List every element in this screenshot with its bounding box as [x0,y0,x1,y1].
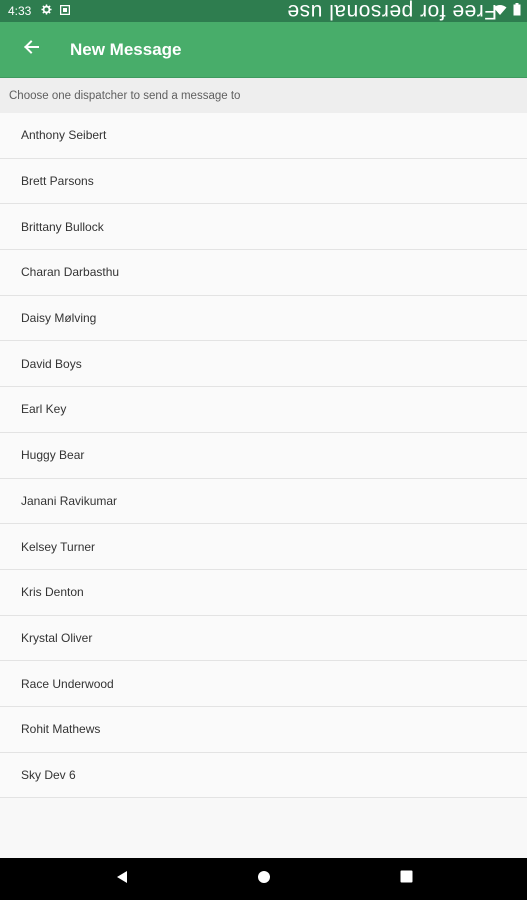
dispatcher-list-item[interactable]: Krystal Oliver [0,616,527,662]
arrow-left-icon [23,39,39,60]
instruction-header: Choose one dispatcher to send a message … [0,78,527,113]
wifi-icon [493,4,507,19]
dispatcher-name: David Boys [21,356,82,371]
dispatcher-name: Earl Key [21,402,67,417]
app-bar: New Message [0,22,527,78]
dispatcher-name: Brittany Bullock [21,219,104,234]
dispatcher-list-item[interactable]: Kelsey Turner [0,524,527,570]
stop-icon [60,4,71,18]
system-nav-bar [0,858,527,900]
dispatcher-list-item[interactable]: Sky Dev 6 [0,753,527,799]
status-bar: 4:33 Free for personal use [0,0,527,23]
recents-square-icon [400,870,413,888]
dispatcher-list-item[interactable]: Earl Key [0,387,527,433]
new-message-screen: 4:33 Free for personal use New Message C… [0,0,527,900]
nav-back-button[interactable] [97,858,147,900]
nav-recents-button[interactable] [381,858,431,900]
dispatcher-list-item[interactable]: Janani Ravikumar [0,479,527,525]
battery-icon [513,3,521,19]
dispatcher-list-item[interactable]: Anthony Seibert [0,113,527,159]
dispatcher-name: Anthony Seibert [21,128,107,143]
home-circle-icon [257,870,271,889]
page-title: New Message [70,39,182,59]
status-time: 4:33 [8,4,32,18]
dispatcher-list-item[interactable]: Brett Parsons [0,159,527,205]
dispatcher-name: Rohit Mathews [21,722,101,737]
dispatcher-list: Anthony Seibert Brett Parsons Brittany B… [0,113,527,799]
dispatcher-list-item[interactable]: Charan Darbasthu [0,250,527,296]
settings-icon [41,4,52,18]
watermark-text: Free for personal use [286,0,497,23]
dispatcher-name: Sky Dev 6 [21,767,76,782]
instruction-text: Choose one dispatcher to send a message … [9,89,241,102]
dispatcher-list-item[interactable]: Kris Denton [0,570,527,616]
back-button[interactable] [0,22,62,78]
dispatcher-name: Krystal Oliver [21,630,93,645]
dispatcher-name: Race Underwood [21,676,114,691]
dispatcher-name: Brett Parsons [21,174,94,189]
dispatcher-list-item[interactable]: Rohit Mathews [0,707,527,753]
dispatcher-list-item[interactable]: David Boys [0,341,527,388]
dispatcher-name: Janani Ravikumar [21,493,118,508]
dispatcher-name: Kelsey Turner [21,539,96,554]
dispatcher-name: Huggy Bear [21,448,85,463]
dispatcher-list-item[interactable]: Daisy Mølving [0,296,527,342]
dispatcher-list-item[interactable]: Race Underwood [0,661,527,707]
status-right-icons [493,0,521,22]
dispatcher-list-item[interactable]: Brittany Bullock [0,204,527,251]
dispatcher-name: Charan Darbasthu [21,265,120,280]
dispatcher-name: Daisy Mølving [21,311,97,326]
nav-home-button[interactable] [239,858,289,900]
dispatcher-name: Kris Denton [21,585,84,600]
back-triangle-icon [115,870,129,889]
dispatcher-list-item[interactable]: Huggy Bear [0,433,527,479]
